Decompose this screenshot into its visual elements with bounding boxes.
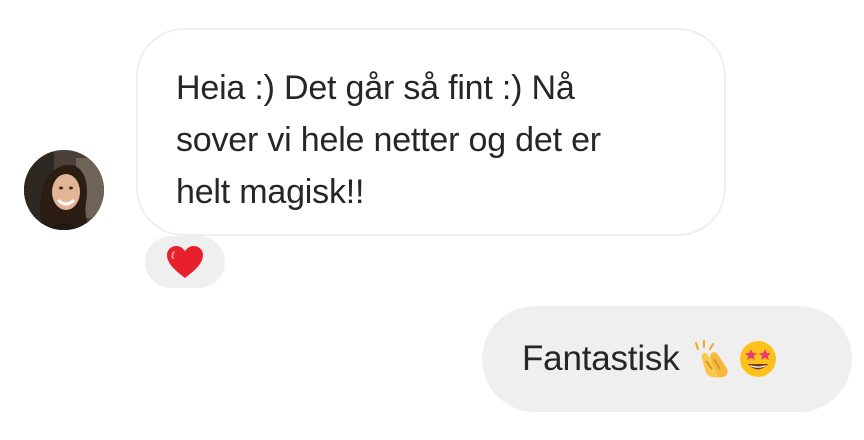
avatar[interactable] — [24, 150, 104, 230]
user-avatar-photo-icon — [24, 150, 104, 230]
outgoing-message-bubble[interactable]: Fantastisk — [482, 306, 852, 412]
incoming-message-text: Heia :) Det går så fint :) Nå sover vi h… — [176, 69, 601, 211]
incoming-message-bubble[interactable]: Heia :) Det går så fint :) Nå sover vi h… — [136, 28, 726, 236]
star-struck-icon — [738, 339, 778, 379]
outgoing-message-text: Fantastisk — [522, 339, 680, 378]
red-heart-icon — [167, 246, 203, 278]
message-reaction[interactable] — [145, 236, 225, 288]
clapping-hands-icon — [692, 339, 736, 379]
